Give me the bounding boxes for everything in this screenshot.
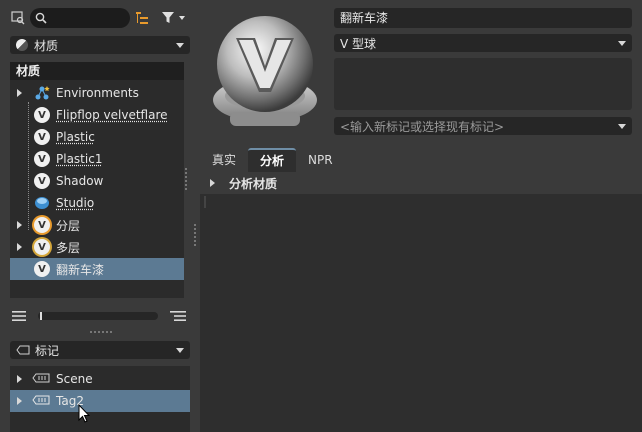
tree-item-environments[interactable]: Environments	[10, 82, 184, 104]
expand-arrow-icon[interactable]	[17, 89, 22, 97]
vertical-splitter[interactable]	[194, 224, 197, 246]
tab-realistic[interactable]: 真实	[200, 148, 248, 172]
expand-arrow-icon[interactable]	[17, 375, 22, 383]
material-type-label: V 型球	[340, 36, 377, 51]
tag-icon	[16, 345, 30, 355]
mouse-cursor-icon	[78, 403, 91, 427]
thumbnail-size-slider[interactable]	[38, 312, 158, 320]
tree-header: 材质	[10, 62, 184, 80]
tab-npr[interactable]: NPR	[296, 148, 345, 172]
analysis-tab-content: 分析材质	[200, 172, 642, 432]
material-type-dropdown[interactable]: V 型球	[334, 34, 632, 52]
expand-arrow-icon[interactable]	[17, 397, 22, 405]
layered-icon: V	[34, 217, 50, 233]
chevron-down-icon	[176, 42, 184, 48]
chevron-down-icon	[618, 40, 626, 46]
section-body	[204, 196, 206, 208]
tree-item-refinish-paint[interactable]: V 翻新车漆	[10, 258, 184, 280]
chevron-down-icon	[176, 347, 184, 353]
tree-item-label: Shadow	[56, 174, 104, 188]
expand-arrow-icon[interactable]	[17, 221, 22, 229]
detail-view-icon[interactable]	[168, 308, 188, 324]
hierarchy-view-icon[interactable]	[134, 10, 150, 26]
section-analysis-material[interactable]: 分析材质	[200, 172, 642, 194]
tree-item-studio[interactable]: Studio	[10, 192, 184, 214]
tree-item-label: Flipflop velvetflare	[56, 108, 168, 122]
tree-item-label: Environments	[56, 86, 139, 100]
property-tabs: 真实 分析 NPR	[200, 148, 345, 172]
panel-splitter[interactable]	[90, 331, 112, 333]
chevron-down-icon	[618, 123, 626, 129]
tree-item-label: Plastic	[56, 130, 95, 144]
list-view-icon[interactable]	[10, 308, 28, 324]
v-material-icon: V	[34, 261, 50, 277]
material-tree: 材质 Environments V Flipflop velvetflare V…	[10, 62, 184, 298]
v-material-icon: V	[34, 129, 50, 145]
slider-handle[interactable]	[40, 312, 42, 320]
description-field[interactable]	[334, 58, 632, 110]
expand-arrow-icon[interactable]	[210, 179, 215, 187]
tag-icon	[32, 372, 50, 386]
tree-item-label: 多层	[56, 240, 81, 255]
sphere-icon	[16, 39, 28, 51]
tag-input-dropdown[interactable]: <输入新标记或选择现有标记>	[334, 117, 632, 135]
tab-analysis[interactable]: 分析	[248, 148, 297, 172]
tree-item-shadow[interactable]: V Shadow	[10, 170, 184, 192]
tree-item-multilayer[interactable]: V 多层	[10, 236, 184, 258]
tag-input-placeholder: <输入新标记或选择现有标记>	[340, 119, 505, 134]
tree-item-layered[interactable]: V 分层	[10, 214, 184, 236]
search-icon	[34, 11, 48, 25]
tag-item-tag2[interactable]: Tag2	[10, 390, 190, 412]
expand-arrow-icon[interactable]	[17, 243, 22, 251]
library-dropdown[interactable]: 材质	[10, 36, 190, 54]
tags-dropdown-label: 标记	[35, 343, 60, 358]
tree-item-label: 翻新车漆	[56, 262, 105, 277]
material-name-field[interactable]: 翻新车漆	[334, 8, 632, 28]
material-editor: 翻新车漆 V 型球 <输入新标记或选择现有标记> 真实 分析 NPR 分析材质	[200, 0, 642, 432]
environments-icon	[34, 85, 50, 101]
tag-list: Scene Tag2	[10, 366, 190, 432]
tag-item-label: Scene	[56, 372, 93, 386]
studio-icon	[34, 195, 50, 211]
multilayer-icon: V	[34, 239, 50, 255]
preview-toggle-icon[interactable]	[10, 10, 26, 26]
filter-icon[interactable]	[160, 10, 188, 26]
tree-item-plastic1[interactable]: V Plastic1	[10, 148, 184, 170]
v-material-icon: V	[34, 151, 50, 167]
v-material-icon: V	[34, 173, 50, 189]
tags-dropdown[interactable]: 标记	[10, 341, 190, 359]
material-name-value: 翻新车漆	[340, 11, 389, 25]
tree-item-label: Studio	[56, 196, 95, 210]
section-title: 分析材质	[229, 176, 278, 191]
tree-resize-handle[interactable]	[185, 168, 188, 190]
material-preview[interactable]	[208, 8, 322, 140]
library-dropdown-label: 材质	[34, 38, 59, 53]
tag-item-scene[interactable]: Scene	[10, 368, 190, 390]
tree-item-flipflop[interactable]: V Flipflop velvetflare	[10, 104, 184, 126]
tag-icon	[32, 394, 50, 408]
library-panel: 材质 材质 Environments V Flipflop velvetflar…	[0, 0, 192, 432]
v-material-icon: V	[34, 107, 50, 123]
tree-item-plastic[interactable]: V Plastic	[10, 126, 184, 148]
tree-item-label: 分层	[56, 218, 81, 233]
tree-item-label: Plastic1	[56, 152, 103, 166]
